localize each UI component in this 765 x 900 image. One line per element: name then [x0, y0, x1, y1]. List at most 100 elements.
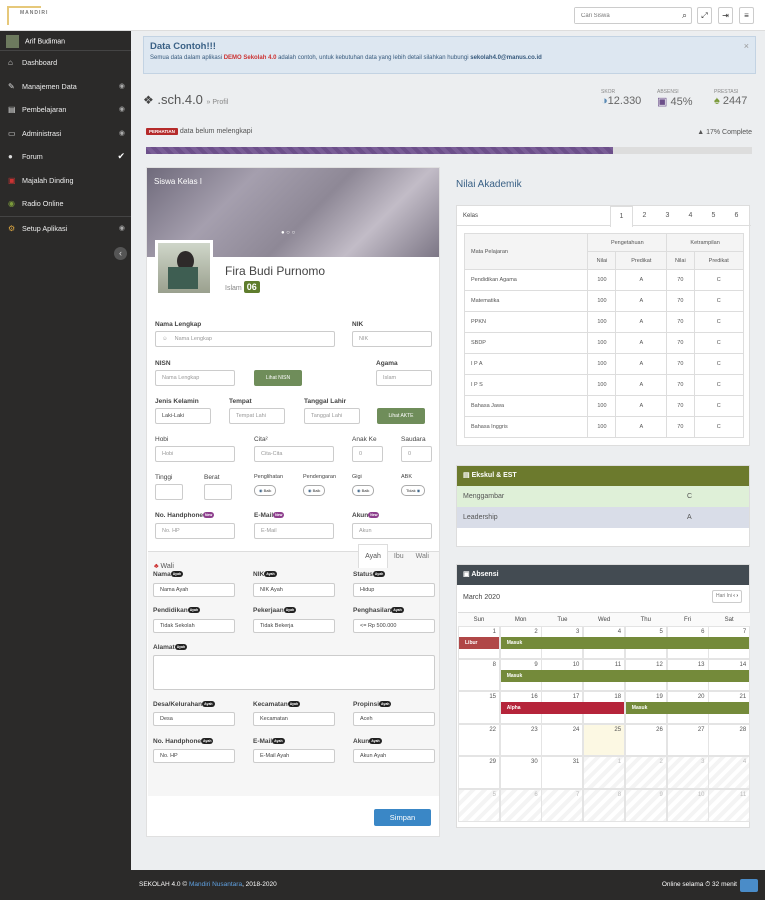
berat-field[interactable]	[204, 484, 232, 500]
akun-field[interactable]: Akun	[352, 523, 432, 539]
carousel-dots[interactable]: ● ○ ○	[281, 230, 295, 236]
sidebar-item-majalah-dinding[interactable]: ▣ Majalah Dinding	[0, 169, 131, 193]
hp-field[interactable]: No. HP	[155, 523, 235, 539]
penglihatan-select[interactable]: ◉ Baik	[254, 485, 277, 496]
nisn-field[interactable]: Nama Lengkap	[155, 370, 235, 386]
calendar-event-alpha[interactable]: Alpha	[500, 702, 624, 715]
sidebar-item-radio-online[interactable]: ◉ Radio Online	[0, 192, 131, 216]
jenis-kelamin-select[interactable]: Laki-Laki	[155, 408, 211, 424]
calendar-day[interactable]: 8	[583, 789, 626, 822]
ayah-desa-field[interactable]: Desa	[153, 712, 235, 726]
chevron-right-icon[interactable]: ›	[736, 593, 738, 599]
footer-link[interactable]: Mandiri Nusantara	[189, 881, 242, 888]
tanggal-lahir-field[interactable]: Tanggal Lahi	[304, 408, 360, 424]
tab-kelas-5[interactable]: 5	[702, 206, 725, 227]
gigi-select[interactable]: ◉ Baik	[352, 485, 375, 496]
sidebar-item-dashboard[interactable]: ⌂ Dashboard	[0, 51, 131, 75]
calendar-day[interactable]: 30	[499, 756, 542, 789]
ayah-propinsi-select[interactable]: Aceh	[353, 712, 435, 726]
calendar-day[interactable]: 3	[666, 756, 709, 789]
today-button[interactable]: Hari Ini	[716, 593, 732, 599]
tab-wali[interactable]: Wali	[410, 545, 435, 569]
search-input[interactable]	[575, 8, 670, 23]
lihat-akte-button[interactable]: Lihat AKTE	[377, 408, 425, 424]
calendar-day[interactable]: 11	[708, 789, 751, 822]
calendar-day[interactable]: 31	[541, 756, 584, 789]
alert-email[interactable]: sekolah4.0@manus.co.id	[470, 55, 542, 61]
tab-kelas-6[interactable]: 6	[725, 206, 748, 227]
calendar-day[interactable]: 27	[666, 723, 709, 757]
calendar-day[interactable]: 26	[624, 723, 667, 757]
scroll-top-icon[interactable]	[740, 879, 758, 892]
tab-kelas-2[interactable]: 2	[633, 206, 656, 227]
ayah-kecamatan-field[interactable]: Kecamatan	[253, 712, 335, 726]
ayah-alamat-textarea[interactable]	[153, 655, 435, 690]
close-icon[interactable]: ×	[744, 41, 749, 51]
fullscreen-icon[interactable]: ⤢	[697, 7, 712, 24]
calendar-day[interactable]: 29	[458, 756, 500, 789]
calendar-day[interactable]: 23	[499, 723, 542, 757]
lihat-nisn-button[interactable]: Lihat NISN	[254, 370, 302, 386]
menu-icon[interactable]: ≡	[739, 7, 754, 24]
ayah-pekerjaan-select[interactable]: Tidak Bekerja	[253, 619, 335, 633]
calendar-day[interactable]: 7	[541, 789, 584, 822]
calendar-day[interactable]: 24	[541, 723, 584, 757]
ayah-pendidikan-select[interactable]: Tidak Sekolah	[153, 619, 235, 633]
tab-kelas-4[interactable]: 4	[679, 206, 702, 227]
sidebar-item-setup-aplikasi[interactable]: ⚙ Setup Aplikasi ◉	[0, 215, 131, 240]
calendar-event-masuk[interactable]: Masuk	[625, 702, 749, 715]
ayah-status-select[interactable]: Hidup	[353, 583, 435, 597]
search-box[interactable]: ⌕	[574, 7, 692, 24]
calendar-event-masuk[interactable]: Masuk	[500, 637, 749, 649]
search-icon[interactable]: ⌕	[682, 10, 687, 21]
calendar-day[interactable]: 9	[624, 789, 667, 822]
calendar-day[interactable]: 22	[458, 723, 500, 757]
calendar-day[interactable]: 15	[458, 691, 500, 724]
calendar-event-libur[interactable]: Libur	[459, 637, 499, 649]
calendar-day[interactable]: 2	[624, 756, 667, 789]
calendar-day[interactable]: 6	[499, 789, 542, 822]
breadcrumb[interactable]: » Profil	[207, 99, 229, 106]
hobi-field[interactable]: Hobi	[155, 446, 235, 462]
calendar-day[interactable]: 8	[458, 658, 500, 692]
tab-ayah[interactable]: Ayah	[358, 544, 388, 568]
sidebar-user[interactable]: Arif Budiman	[0, 31, 131, 51]
chevron-left-icon[interactable]: ‹	[733, 593, 735, 599]
sidebar-item-manajemen-data[interactable]: ✎ Manajemen Data ◉	[0, 75, 131, 99]
cita-field[interactable]: Cita-Cita	[254, 446, 334, 462]
calendar-day[interactable]: 1	[583, 756, 626, 789]
ayah-nik-field[interactable]: NIK Ayah	[253, 583, 335, 597]
nik-field[interactable]: NIK	[352, 331, 432, 347]
sidebar-collapse-icon[interactable]: ‹	[114, 247, 127, 260]
calendar-day[interactable]: 5	[458, 789, 500, 822]
sidebar-item-pembelajaran[interactable]: ▤ Pembelajaran ◉	[0, 98, 131, 122]
sidebar-item-administrasi[interactable]: ▭ Administrasi ◉	[0, 122, 131, 146]
ayah-email-field[interactable]: E-Mail Ayah	[253, 749, 335, 763]
ayah-hp-field[interactable]: No. HP	[153, 749, 235, 763]
tinggi-field[interactable]	[155, 484, 183, 500]
agama-field[interactable]: Islam	[376, 370, 432, 386]
calendar-day[interactable]: 4	[708, 756, 751, 789]
abk-select[interactable]: Tidak ◉	[401, 485, 426, 496]
calendar-event-masuk[interactable]: Masuk	[500, 669, 749, 682]
tab-kelas-3[interactable]: 3	[656, 206, 679, 227]
anak-ke-field[interactable]: 0	[352, 446, 383, 462]
ayah-status-label-text: Status	[353, 571, 373, 578]
sidebar-item-forum[interactable]: ● Forum ✔	[0, 145, 131, 169]
calendar-day[interactable]: 10	[666, 789, 709, 822]
tempat-field[interactable]: Tempat Lahi	[229, 408, 285, 424]
email-field[interactable]: E-Mail	[254, 523, 334, 539]
logout-icon[interactable]: ⇥	[718, 7, 733, 24]
ayah-akun-field[interactable]: Akun Ayah	[353, 749, 435, 763]
app-logo[interactable]: MANDIRI	[7, 6, 47, 25]
ayah-penghasilan-select[interactable]: <= Rp 500.000	[353, 619, 435, 633]
nama-field[interactable]: ☺ Nama Lengkap	[155, 331, 335, 347]
ayah-nama-field[interactable]: Nama Ayah	[153, 583, 235, 597]
pendengaran-select[interactable]: ◉ Baik	[303, 485, 326, 496]
tab-kelas-1[interactable]: 1	[610, 206, 633, 227]
calendar-day[interactable]: 28	[708, 723, 751, 757]
saudara-field[interactable]: 0	[401, 446, 432, 462]
calendar-day[interactable]: 25	[583, 723, 626, 757]
save-button[interactable]: Simpan	[374, 809, 431, 826]
tab-ibu[interactable]: Ibu	[388, 545, 410, 569]
